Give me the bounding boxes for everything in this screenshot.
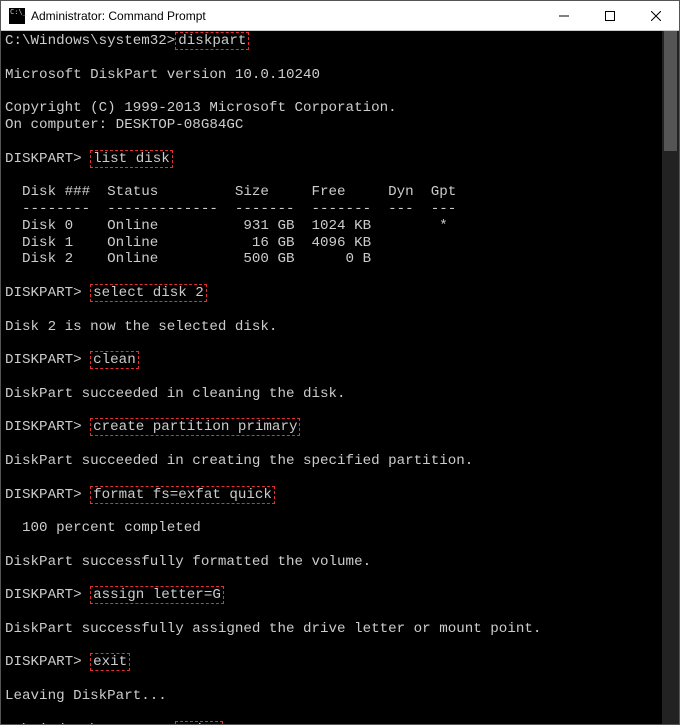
close-button[interactable] <box>633 1 679 30</box>
prompt: DISKPART> <box>5 654 90 670</box>
prompt: DISKPART> <box>5 587 90 603</box>
prompt: DISKPART> <box>5 285 90 301</box>
table-header: Disk ### Status Size Free Dyn Gpt <box>5 184 456 200</box>
table-row: Disk 0 Online 931 GB 1024 KB * <box>5 218 448 234</box>
highlight-format: format fs=exfat quick <box>90 486 275 504</box>
titlebar: Administrator: Command Prompt <box>1 1 679 31</box>
window-controls <box>541 1 679 30</box>
output-line: Copyright (C) 1999-2013 Microsoft Corpor… <box>5 100 397 116</box>
table-row: Disk 1 Online 16 GB 4096 KB <box>5 235 371 251</box>
output-line: Leaving DiskPart... <box>5 688 167 704</box>
terminal-output[interactable]: C:\Windows\system32>diskpart Microsoft D… <box>1 31 662 724</box>
scrollbar-thumb[interactable] <box>664 31 677 151</box>
maximize-button[interactable] <box>587 1 633 30</box>
cmd-icon <box>9 8 25 24</box>
prompt: DISKPART> <box>5 419 90 435</box>
output-line: DiskPart successfully formatted the volu… <box>5 554 371 570</box>
highlight-exit-cmd: exit <box>175 721 223 724</box>
terminal-area: C:\Windows\system32>diskpart Microsoft D… <box>1 31 679 724</box>
output-line: DiskPart succeeded in cleaning the disk. <box>5 386 346 402</box>
highlight-assign-letter: assign letter=G <box>90 586 224 604</box>
minimize-button[interactable] <box>541 1 587 30</box>
table-separator: -------- ------------- ------- ------- -… <box>5 201 456 217</box>
prompt: C:\Windows\system32> <box>5 722 175 724</box>
output-line: Disk 2 is now the selected disk. <box>5 319 277 335</box>
highlight-list-disk: list disk <box>90 150 173 168</box>
prompt: DISKPART> <box>5 151 90 167</box>
highlight-create-partition: create partition primary <box>90 418 300 436</box>
prompt: DISKPART> <box>5 487 90 503</box>
prompt: C:\Windows\system32> <box>5 33 175 49</box>
highlight-clean: clean <box>90 351 139 369</box>
output-line: DiskPart succeeded in creating the speci… <box>5 453 473 469</box>
highlight-diskpart: diskpart <box>175 32 249 50</box>
scrollbar[interactable] <box>662 31 679 724</box>
highlight-exit: exit <box>90 653 130 671</box>
output-line: On computer: DESKTOP-08G84GC <box>5 117 243 133</box>
window-title: Administrator: Command Prompt <box>31 9 541 23</box>
highlight-select-disk: select disk 2 <box>90 284 207 302</box>
output-line: DiskPart successfully assigned the drive… <box>5 621 541 637</box>
prompt: DISKPART> <box>5 352 90 368</box>
output-line: Microsoft DiskPart version 10.0.10240 <box>5 67 320 83</box>
command-prompt-window: Administrator: Command Prompt C:\Windows… <box>0 0 680 725</box>
exit-text: exit <box>178 722 212 724</box>
output-line: 100 percent completed <box>5 520 201 536</box>
table-row: Disk 2 Online 500 GB 0 B <box>5 251 371 267</box>
